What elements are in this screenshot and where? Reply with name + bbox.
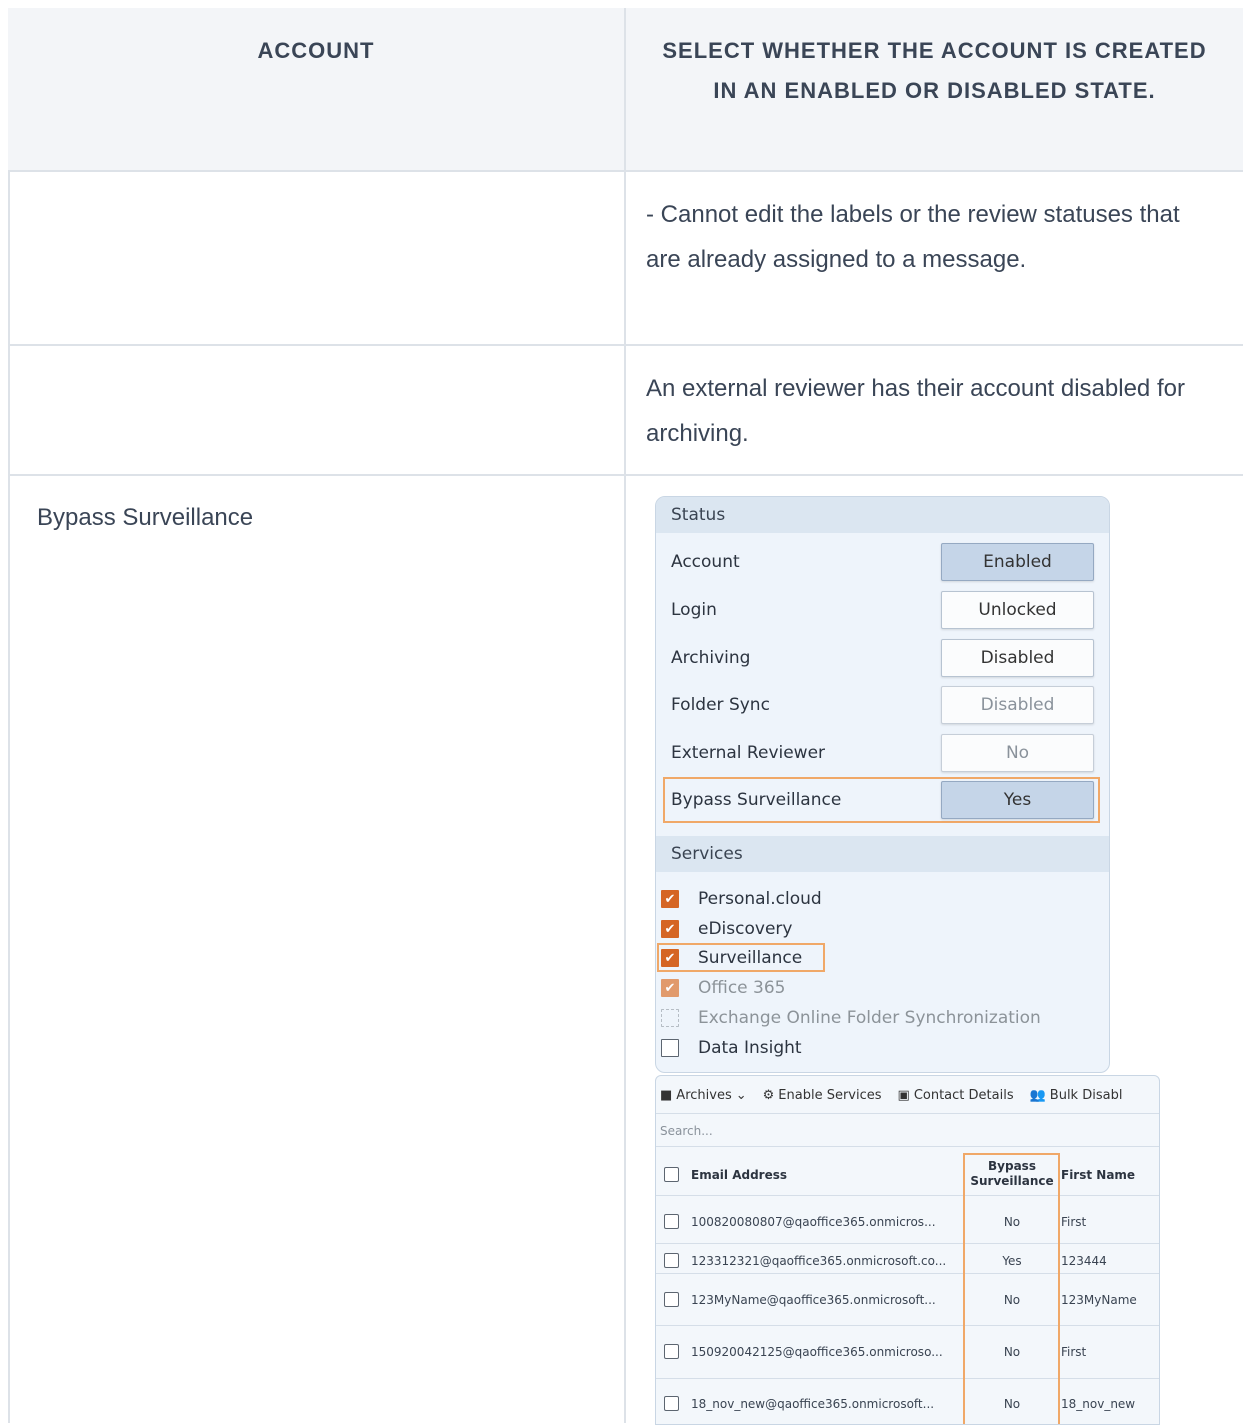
archiving-status-button[interactable]: Disabled xyxy=(941,639,1094,677)
email-cell: 18_nov_new@qaoffice365.onmicrosoft... xyxy=(691,1397,935,1411)
row-description: - Cannot edit the labels or the review s… xyxy=(646,201,1180,273)
first-name-cell: First xyxy=(1061,1345,1087,1359)
service-label: eDiscovery xyxy=(698,919,793,939)
row-checkbox[interactable] xyxy=(664,1292,679,1307)
service-label: Exchange Online Folder Synchronization xyxy=(698,1008,1041,1028)
status-label-external-reviewer: External Reviewer xyxy=(671,743,826,763)
checkbox-checked-icon[interactable]: ✔ xyxy=(661,979,679,997)
first-name-cell: 18_nov_new xyxy=(1061,1397,1136,1411)
status-label-folder-sync: Folder Sync xyxy=(671,695,770,715)
checkbox-unchecked-icon[interactable] xyxy=(661,1039,679,1057)
service-label: Surveillance xyxy=(698,948,803,968)
row-checkbox[interactable] xyxy=(664,1396,679,1411)
divider xyxy=(656,1378,1159,1379)
first-name-cell: First xyxy=(1061,1215,1087,1229)
service-item[interactable]: ✔ eDiscovery xyxy=(661,918,792,940)
status-panel-screenshot: Status Account Enabled Login Unlocked Ar… xyxy=(655,496,1110,1073)
gears-icon: ⚙ xyxy=(762,1087,775,1103)
contact-details-button[interactable]: ▣ Contact Details xyxy=(898,1088,1014,1103)
bypass-surveillance-status-button[interactable]: Yes xyxy=(941,781,1094,819)
service-item[interactable]: ✔ Personal.cloud xyxy=(661,888,822,910)
contact-details-label: Contact Details xyxy=(913,1087,1014,1103)
enable-services-button[interactable]: ⚙ Enable Services xyxy=(763,1088,882,1103)
row-account-label: Bypass Surveillance xyxy=(37,504,254,531)
service-item[interactable]: Exchange Online Folder Synchronization xyxy=(661,1007,1041,1029)
external-reviewer-status-button[interactable]: No xyxy=(941,734,1094,772)
divider xyxy=(656,1195,1159,1196)
services-heading: Services xyxy=(656,836,1109,872)
archives-menu[interactable]: ■ Archives ⌄ xyxy=(660,1088,747,1103)
first-name-cell: 123444 xyxy=(1061,1254,1107,1268)
service-item[interactable]: ✔ Office 365 xyxy=(661,977,785,999)
column-header-first-name[interactable]: First Name xyxy=(1061,1168,1135,1182)
select-all-checkbox[interactable] xyxy=(664,1167,679,1182)
contact-card-icon: ▣ xyxy=(897,1087,910,1103)
status-label-login: Login xyxy=(671,600,717,620)
row-description: An external reviewer has their account d… xyxy=(646,375,1185,447)
email-cell: 100820080807@qaoffice365.onmicros... xyxy=(691,1215,936,1229)
column-divider xyxy=(624,8,626,1423)
email-cell: 123312321@qaoffice365.onmicrosoft.co... xyxy=(691,1254,947,1268)
divider xyxy=(656,1146,1159,1147)
folder-sync-status-button[interactable]: Disabled xyxy=(941,686,1094,724)
bypass-column-highlight-box xyxy=(963,1153,1060,1424)
search-input[interactable]: Search... xyxy=(660,1124,713,1138)
checkbox-checked-icon[interactable]: ✔ xyxy=(661,949,679,967)
chevron-down-icon: ⌄ xyxy=(735,1087,747,1103)
email-cell: 123MyName@qaoffice365.onmicrosoft... xyxy=(691,1293,936,1307)
header-account: ACCOUNT xyxy=(257,38,375,63)
archives-label: Archives xyxy=(676,1087,732,1103)
column-header-email[interactable]: Email Address xyxy=(691,1168,787,1182)
row-checkbox[interactable] xyxy=(664,1253,679,1268)
checkbox-disabled-icon xyxy=(661,1009,679,1027)
archive-box-icon: ■ xyxy=(660,1087,673,1103)
header-description: SELECT WHETHER THE ACCOUNT IS CREATED IN… xyxy=(662,38,1207,103)
service-label: Data Insight xyxy=(698,1038,802,1058)
checkbox-checked-icon[interactable]: ✔ xyxy=(661,920,679,938)
accounts-table-screenshot: ■ Archives ⌄ ⚙ Enable Services ▣ Contact… xyxy=(655,1075,1160,1425)
divider xyxy=(656,1273,1159,1274)
table-toolbar: ■ Archives ⌄ ⚙ Enable Services ▣ Contact… xyxy=(660,1084,1138,1106)
bulk-disable-label: Bulk Disabl xyxy=(1049,1087,1123,1103)
service-item[interactable]: ✔ Surveillance xyxy=(661,947,802,969)
row-checkbox[interactable] xyxy=(664,1214,679,1229)
status-heading: Status xyxy=(656,497,1109,533)
divider xyxy=(656,1243,1159,1244)
bulk-disable-button[interactable]: 👥 Bulk Disabl xyxy=(1030,1088,1123,1103)
users-icon: 👥 xyxy=(1029,1087,1046,1103)
first-name-cell: 123MyName xyxy=(1061,1293,1137,1307)
service-item[interactable]: Data Insight xyxy=(661,1037,802,1059)
login-status-button[interactable]: Unlocked xyxy=(941,591,1094,629)
checkbox-checked-icon[interactable]: ✔ xyxy=(661,890,679,908)
divider xyxy=(656,1325,1159,1326)
account-status-button[interactable]: Enabled xyxy=(941,543,1094,581)
service-label: Office 365 xyxy=(698,978,786,998)
enable-services-label: Enable Services xyxy=(778,1087,882,1103)
row-checkbox[interactable] xyxy=(664,1344,679,1359)
service-label: Personal.cloud xyxy=(698,889,822,909)
status-label-archiving: Archiving xyxy=(671,648,751,668)
divider xyxy=(656,1113,1159,1114)
email-cell: 150920042125@qaoffice365.onmicroso... xyxy=(691,1345,943,1359)
status-label-bypass-surveillance: Bypass Surveillance xyxy=(671,790,842,810)
status-label-account: Account xyxy=(671,552,740,572)
